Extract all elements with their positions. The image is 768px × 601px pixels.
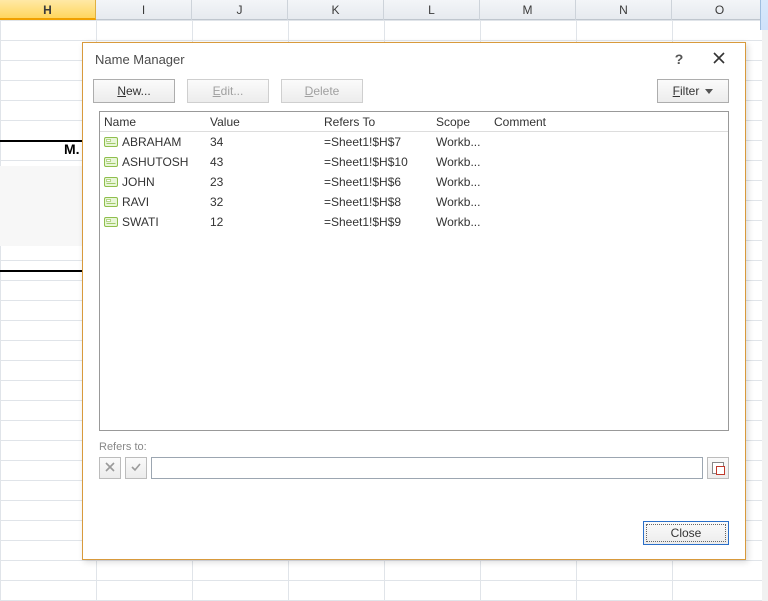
column-header-H[interactable]: H bbox=[0, 0, 96, 20]
row-scope: Workb... bbox=[436, 215, 494, 229]
list-item[interactable]: RAVI 32=Sheet1!$H$8Workb... bbox=[100, 192, 728, 212]
row-name: SWATI bbox=[122, 215, 159, 229]
col-refers[interactable]: Refers To bbox=[324, 115, 436, 129]
col-name[interactable]: Name bbox=[104, 115, 210, 129]
named-range-icon bbox=[104, 196, 118, 208]
check-icon bbox=[131, 461, 141, 475]
row-value: 12 bbox=[210, 215, 324, 229]
col-comment[interactable]: Comment bbox=[494, 115, 614, 129]
edit-button-label: Edit... bbox=[213, 84, 244, 98]
grid-border-range bbox=[0, 140, 82, 272]
refers-to-input[interactable] bbox=[151, 457, 703, 479]
row-refers-to: =Sheet1!$H$7 bbox=[324, 135, 436, 149]
new-button-label: New... bbox=[117, 84, 150, 98]
list-body: ABRAHAM34=Sheet1!$H$7Workb...ASHUTOSH43=… bbox=[100, 132, 728, 232]
row-refers-to: =Sheet1!$H$10 bbox=[324, 155, 436, 169]
row-scope: Workb... bbox=[436, 135, 494, 149]
help-button[interactable]: ? bbox=[659, 45, 699, 73]
list-item[interactable]: ABRAHAM 34=Sheet1!$H$7Workb... bbox=[100, 132, 728, 152]
delete-button: Delete bbox=[281, 79, 363, 103]
name-manager-dialog: Name Manager ? New... Edit... Delete Fil… bbox=[82, 42, 746, 560]
list-item[interactable]: ASHUTOSH 43=Sheet1!$H$10Workb... bbox=[100, 152, 728, 172]
range-selector-icon bbox=[712, 462, 724, 474]
dialog-titlebar[interactable]: Name Manager ? bbox=[83, 43, 745, 75]
row-scope: Workb... bbox=[436, 175, 494, 189]
row-value: 34 bbox=[210, 135, 324, 149]
named-range-icon bbox=[104, 136, 118, 148]
filter-button-label: Filter bbox=[673, 84, 700, 98]
close-button-label: Close bbox=[671, 526, 702, 540]
dialog-footer: Close bbox=[83, 507, 745, 559]
ribbon-edge bbox=[760, 0, 768, 30]
names-list[interactable]: Name Value Refers To Scope Comment ABRAH… bbox=[99, 111, 729, 431]
row-name: ABRAHAM bbox=[122, 135, 181, 149]
confirm-edit-button bbox=[125, 457, 147, 479]
x-icon bbox=[105, 461, 115, 475]
column-header-I[interactable]: I bbox=[96, 0, 192, 20]
row-name: RAVI bbox=[122, 195, 149, 209]
column-header-M[interactable]: M bbox=[480, 0, 576, 20]
help-icon: ? bbox=[675, 51, 684, 67]
column-header-K[interactable]: K bbox=[288, 0, 384, 20]
delete-button-label: Delete bbox=[305, 84, 340, 98]
row-refers-to: =Sheet1!$H$6 bbox=[324, 175, 436, 189]
row-scope: Workb... bbox=[436, 155, 494, 169]
row-value: 23 bbox=[210, 175, 324, 189]
row-name: JOHN bbox=[122, 175, 155, 189]
row-scope: Workb... bbox=[436, 195, 494, 209]
list-item[interactable]: SWATI 12=Sheet1!$H$9Workb... bbox=[100, 212, 728, 232]
chevron-down-icon bbox=[705, 89, 713, 94]
close-icon bbox=[713, 51, 725, 67]
collapse-dialog-button[interactable] bbox=[707, 457, 729, 479]
column-header-L[interactable]: L bbox=[384, 0, 480, 20]
window-close-button[interactable] bbox=[699, 45, 739, 73]
edit-button: Edit... bbox=[187, 79, 269, 103]
vertical-scrollbar[interactable] bbox=[762, 30, 768, 601]
column-header-J[interactable]: J bbox=[192, 0, 288, 20]
filter-button[interactable]: Filter bbox=[657, 79, 729, 103]
named-range-icon bbox=[104, 216, 118, 228]
row-value: 32 bbox=[210, 195, 324, 209]
row-refers-to: =Sheet1!$H$9 bbox=[324, 215, 436, 229]
close-button[interactable]: Close bbox=[643, 521, 729, 545]
list-header[interactable]: Name Value Refers To Scope Comment bbox=[100, 112, 728, 132]
col-value[interactable]: Value bbox=[210, 115, 324, 129]
row-refers-to: =Sheet1!$H$8 bbox=[324, 195, 436, 209]
refers-to-label: Refers to: bbox=[99, 441, 729, 453]
named-range-icon bbox=[104, 156, 118, 168]
row-name: ASHUTOSH bbox=[122, 155, 188, 169]
row-value: 43 bbox=[210, 155, 324, 169]
dialog-title: Name Manager bbox=[95, 52, 185, 67]
named-range-icon bbox=[104, 176, 118, 188]
col-scope[interactable]: Scope bbox=[436, 115, 494, 129]
refers-to-section: Refers to: bbox=[99, 441, 729, 479]
new-button[interactable]: New... bbox=[93, 79, 175, 103]
clipped-cell-text: M. bbox=[64, 141, 80, 157]
column-header-O[interactable]: O bbox=[672, 0, 768, 20]
toolbar: New... Edit... Delete Filter bbox=[83, 75, 745, 111]
column-headers: HIJKLMNO bbox=[0, 0, 768, 20]
list-item[interactable]: JOHN 23=Sheet1!$H$6Workb... bbox=[100, 172, 728, 192]
cancel-edit-button bbox=[99, 457, 121, 479]
column-header-N[interactable]: N bbox=[576, 0, 672, 20]
